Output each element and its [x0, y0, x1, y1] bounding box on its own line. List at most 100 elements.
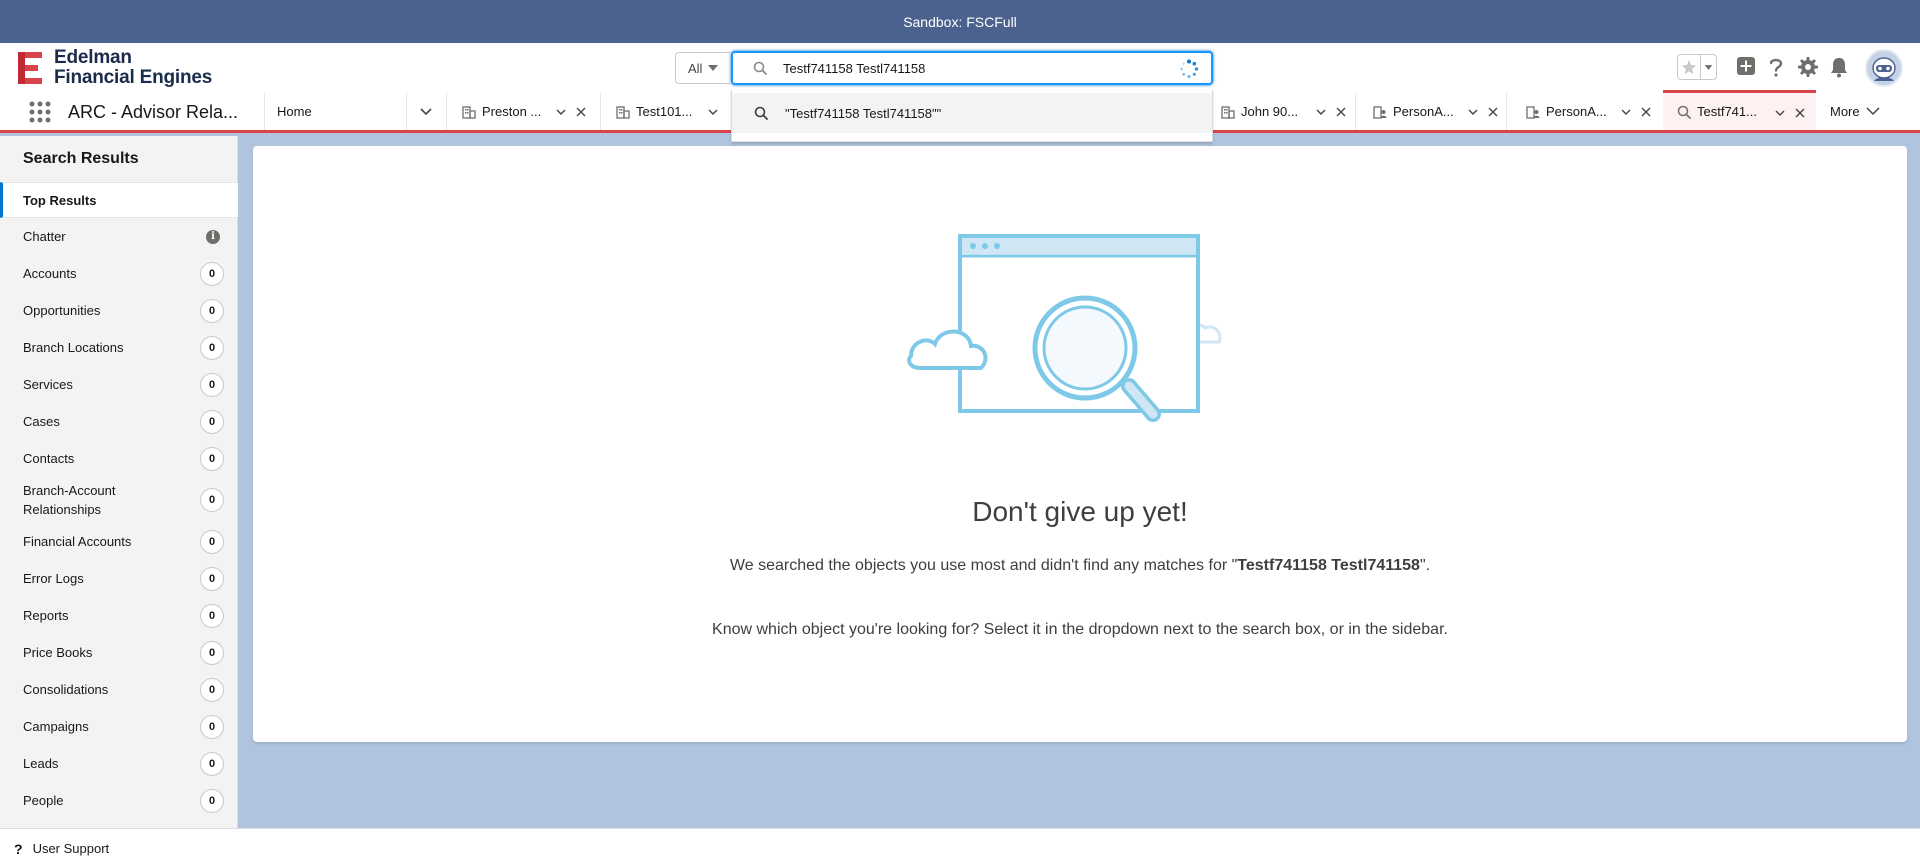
sidebar-item-price-books[interactable]: Price Books 0 — [0, 634, 238, 671]
tab-workspace-1[interactable]: Preston ... — [446, 93, 600, 130]
star-icon — [1682, 60, 1696, 74]
loading-spinner-icon — [1180, 59, 1199, 78]
sidebar-item-label: Error Logs — [23, 571, 84, 586]
result-count-badge: 0 — [200, 566, 224, 591]
sidebar-item-label: Reports — [23, 608, 69, 623]
more-tabs-button[interactable]: More — [1830, 93, 1880, 130]
tab-home[interactable]: Home — [264, 93, 406, 130]
search-results-panel: Don't give up yet! We searched the objec… — [253, 146, 1907, 742]
search-scope-select[interactable]: All — [675, 52, 730, 84]
chevron-down-icon[interactable] — [1468, 107, 1478, 117]
sidebar-item-label: Top Results — [23, 192, 97, 208]
person-account-icon — [1526, 105, 1540, 119]
sidebar-item-label: People — [23, 793, 64, 808]
result-count-badge: 0 — [200, 751, 224, 776]
sidebar-item-top-results[interactable]: Top Results — [0, 182, 238, 218]
tab-label: Preston ... — [482, 104, 542, 119]
search-icon — [753, 61, 767, 75]
result-count-badge: 0 — [200, 788, 224, 813]
sidebar-item-error-logs[interactable]: Error Logs 0 — [0, 560, 238, 597]
user-support-label: User Support — [32, 841, 110, 856]
no-matches-message: We searched the objects you use most and… — [710, 556, 1450, 576]
search-suggestion-dropdown: "Testf741158 Testl741158"" — [731, 90, 1213, 142]
message-text-end: ". — [1419, 557, 1431, 574]
result-count-badge: 0 — [200, 409, 224, 434]
search-scope-value: All — [688, 60, 703, 76]
tab-search-results[interactable]: Testf741... — [1663, 90, 1816, 130]
bell-icon[interactable] — [1829, 56, 1849, 78]
sidebar-item-label: Campaigns — [23, 719, 89, 734]
tab-workspace-4[interactable]: PersonA... — [1355, 93, 1506, 130]
chevron-down-icon — [1700, 55, 1713, 79]
favorites-button[interactable] — [1677, 54, 1717, 80]
sidebar-item-cases[interactable]: Cases 0 — [0, 403, 238, 440]
result-count-badge: 0 — [200, 603, 224, 628]
search-suggestion-item[interactable]: "Testf741158 Testl741158"" — [732, 93, 1212, 133]
tab-label: PersonA... — [1546, 104, 1607, 119]
close-icon[interactable] — [1488, 107, 1498, 117]
result-count-badge: 0 — [200, 446, 224, 471]
close-icon[interactable] — [1795, 108, 1805, 118]
sidebar-item-chatter[interactable]: Chatter i — [0, 218, 238, 255]
suggestion-text: "Testf741158 Testl741158"" — [785, 105, 942, 121]
chevron-down-icon[interactable] — [556, 107, 566, 117]
app-name: ARC - Advisor Rela... — [68, 102, 239, 122]
add-icon[interactable] — [1736, 56, 1756, 76]
building-icon — [1221, 105, 1235, 119]
sidebar-item-label: Services — [23, 377, 73, 392]
search-results-sidebar: Search Results Top Results Chatter i Acc… — [0, 136, 238, 828]
sidebar-item-label: Financial Accounts — [23, 534, 132, 549]
sidebar-item-branch-locations[interactable]: Branch Locations 0 — [0, 329, 238, 366]
close-icon[interactable] — [1336, 107, 1346, 117]
sidebar-item-accounts[interactable]: Accounts 0 — [0, 255, 238, 292]
sidebar-item-label: Branch Locations — [23, 340, 124, 355]
chevron-down-icon[interactable] — [708, 107, 718, 117]
global-header: Edelman Financial Engines All — [0, 43, 1920, 93]
logo-line1: Edelman — [54, 47, 132, 68]
chevron-down-icon[interactable] — [1316, 107, 1326, 117]
sidebar-item-branch-account-relationships[interactable]: Branch-Account Relationships 0 — [0, 477, 238, 523]
logo-text: Edelman Financial Engines — [54, 48, 212, 88]
search-input[interactable] — [783, 58, 1163, 78]
sidebar-item-people[interactable]: People 0 — [0, 782, 238, 819]
chevron-down-icon[interactable] — [1775, 108, 1785, 118]
company-logo[interactable]: Edelman Financial Engines — [14, 48, 212, 88]
sidebar-item-leads[interactable]: Leads 0 — [0, 745, 238, 782]
app-launcher-icon[interactable] — [29, 101, 51, 123]
result-count-badge: 0 — [200, 714, 224, 739]
sidebar-item-label: Price Books — [23, 645, 93, 660]
result-count-badge: 0 — [200, 488, 224, 512]
result-count-badge: 0 — [200, 261, 224, 286]
logo-line2: Financial Engines — [54, 67, 213, 88]
tab-home-menu[interactable] — [406, 93, 446, 130]
info-icon: i — [206, 229, 220, 244]
sidebar-item-services[interactable]: Services 0 — [0, 366, 238, 403]
tab-workspace-2[interactable]: Test101... — [600, 93, 731, 130]
close-icon[interactable] — [1641, 107, 1651, 117]
help-icon[interactable] — [1766, 56, 1786, 78]
sidebar-item-financial-accounts[interactable]: Financial Accounts 0 — [0, 523, 238, 560]
sidebar-item-label: Branch-Account Relationships — [23, 483, 116, 517]
global-search-box[interactable] — [731, 51, 1213, 85]
chevron-down-icon[interactable] — [1621, 107, 1631, 117]
hint-message: Know which object you're looking for? Se… — [712, 621, 1448, 638]
sidebar-item-contacts[interactable]: Contacts 0 — [0, 440, 238, 477]
gear-icon[interactable] — [1797, 56, 1819, 78]
close-icon[interactable] — [576, 107, 586, 117]
person-account-icon — [1373, 105, 1387, 119]
sidebar-item-reports[interactable]: Reports 0 — [0, 597, 238, 634]
tab-workspace-5[interactable]: PersonA... — [1506, 93, 1663, 130]
result-count-badge: 0 — [200, 640, 224, 665]
sidebar-item-campaigns[interactable]: Campaigns 0 — [0, 708, 238, 745]
caret-down-icon — [708, 65, 719, 71]
tab-label: Testf741... — [1697, 104, 1757, 119]
avatar[interactable] — [1865, 49, 1903, 87]
tab-workspace-3[interactable]: John 90... — [1213, 93, 1355, 130]
sidebar-item-consolidations[interactable]: Consolidations 0 — [0, 671, 238, 708]
tab-label: Test101... — [636, 104, 693, 119]
tab-home-label: Home — [277, 104, 312, 119]
sidebar-item-opportunities[interactable]: Opportunities 0 — [0, 292, 238, 329]
user-support-button[interactable]: ? User Support — [0, 841, 109, 857]
sidebar-item-label: Opportunities — [23, 303, 101, 318]
sidebar-item-label: Chatter — [23, 229, 66, 244]
